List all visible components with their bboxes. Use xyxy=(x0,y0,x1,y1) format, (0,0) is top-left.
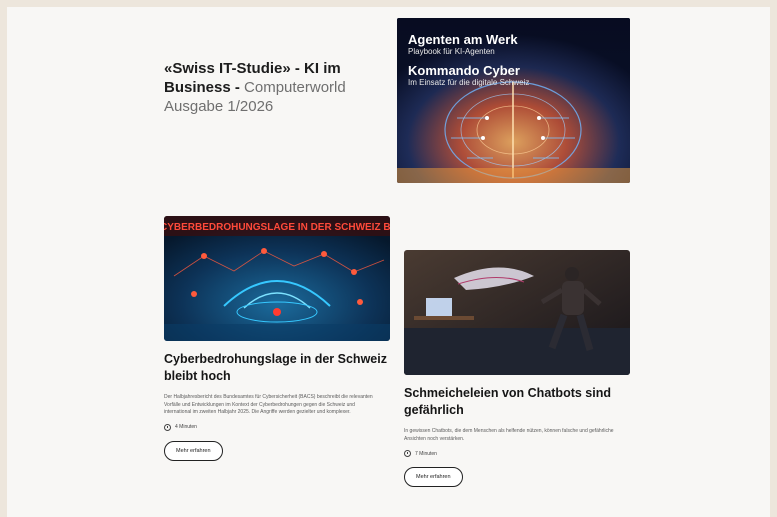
page: «Swiss IT-Studie» - KI im Business - Com… xyxy=(7,7,770,517)
article-title-chatbots[interactable]: Schmeicheleien von Chatbots sind gefährl… xyxy=(404,385,630,419)
article-image-chatbots[interactable] xyxy=(404,250,630,375)
article-teaser-cyber: Der Halbjahresbericht des Bundesamtes fü… xyxy=(164,394,373,415)
cover-heading-1: Agenten am Werk xyxy=(408,32,518,47)
read-time-chatbots: 7 Minuten xyxy=(415,450,437,457)
more-button-chatbots[interactable]: Mehr erfahren xyxy=(404,467,463,487)
switzerland-map-illustration: CYBERBEDROHUNGSLAGE IN DER SCHWEIZ BLEIB… xyxy=(164,216,390,341)
clock-icon xyxy=(404,450,411,457)
hero-magazine-cover[interactable]: Agenten am Werk Playbook für KI-Agenten … xyxy=(397,18,630,183)
hero-title[interactable]: «Swiss IT-Studie» - KI im Business - Com… xyxy=(164,59,389,116)
image-banner-text: CYBERBEDROHUNGSLAGE IN DER SCHWEIZ BLEIB… xyxy=(164,222,390,233)
article-card-cyber: CYBERBEDROHUNGSLAGE IN DER SCHWEIZ BLEIB… xyxy=(164,216,390,461)
clock-icon xyxy=(164,423,171,431)
article-card-chatbots: Schmeicheleien von Chatbots sind gefährl… xyxy=(404,250,630,487)
article-image-cyber[interactable]: CYBERBEDROHUNGSLAGE IN DER SCHWEIZ BLEIB… xyxy=(164,216,390,341)
article-teaser-chatbots: In gewissen Chatbots, die dem Menschen a… xyxy=(404,428,614,442)
cover-heading-2: Kommando Cyber xyxy=(408,63,520,78)
article-title-cyber[interactable]: Cyberbedrohungslage in der Schweiz bleib… xyxy=(164,351,390,385)
read-time-cyber: 4 Minuten xyxy=(175,424,197,430)
cover-sub-1: Playbook für KI-Agenten xyxy=(408,47,495,56)
hero-cover-text: Agenten am Werk Playbook für KI-Agenten … xyxy=(408,32,529,94)
chatbot-illustration xyxy=(404,250,630,375)
cover-sub-2: Im Einsatz für die digitale Schweiz xyxy=(408,78,530,87)
more-button-cyber[interactable]: Mehr erfahren xyxy=(164,440,223,461)
article-meta-cyber: 4 Minuten xyxy=(164,423,390,431)
article-meta-chatbots: 7 Minuten xyxy=(404,450,630,457)
